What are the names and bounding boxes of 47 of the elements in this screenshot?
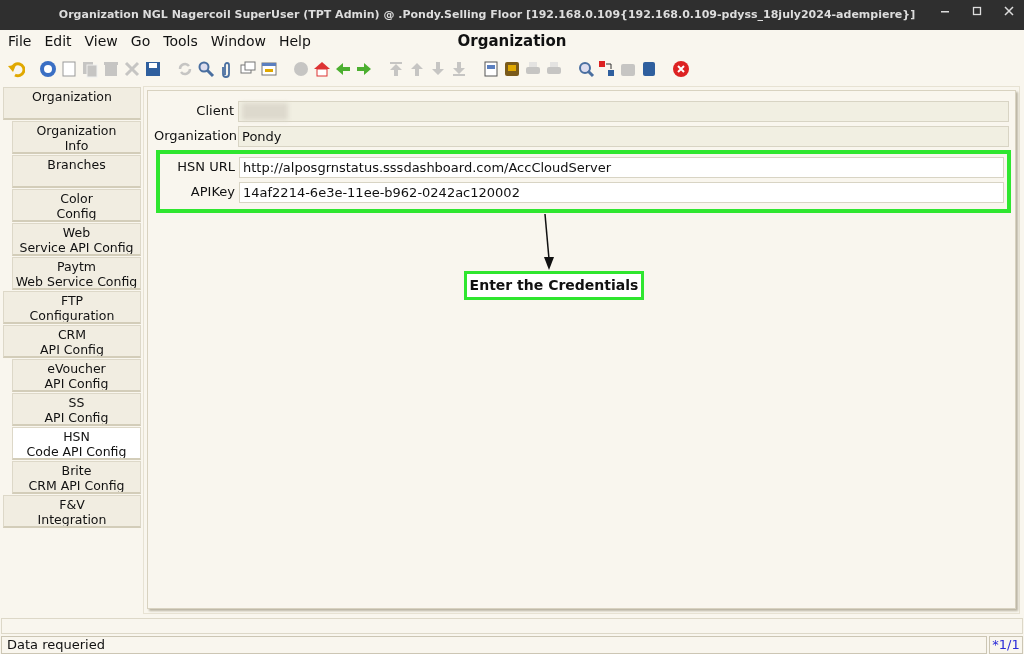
report-icon[interactable] bbox=[482, 60, 500, 78]
field-label: Organization bbox=[154, 127, 238, 146]
input-field: Pondy bbox=[238, 125, 1009, 147]
tab[interactable]: FTP Configuration bbox=[3, 291, 141, 324]
input-field[interactable]: http://alposgrnstatus.sssdashboard.com/AccCloudServer bbox=[239, 156, 1004, 178]
search-icon[interactable] bbox=[197, 60, 215, 78]
tab[interactable]: eVoucher API Config bbox=[12, 359, 141, 392]
record-counter: *1/1 bbox=[989, 636, 1023, 654]
tab[interactable]: Organization bbox=[3, 87, 141, 120]
archive-icon[interactable] bbox=[503, 60, 521, 78]
annotation-label: Enter the Credentials bbox=[463, 271, 645, 300]
form-title: Organization bbox=[457, 31, 567, 50]
status-message: Data requeried bbox=[1, 636, 987, 654]
tab[interactable]: Color Config bbox=[12, 189, 141, 222]
workflow-icon[interactable] bbox=[598, 60, 616, 78]
menu-item[interactable]: Window bbox=[210, 30, 266, 52]
right-arrow-icon[interactable] bbox=[355, 60, 373, 78]
exit-icon[interactable] bbox=[672, 60, 690, 78]
tab[interactable]: Brite CRM API Config bbox=[12, 461, 141, 494]
tab[interactable]: CRM API Config bbox=[3, 325, 141, 358]
help-icon[interactable] bbox=[39, 60, 57, 78]
menu-item[interactable]: File bbox=[8, 30, 32, 52]
tab[interactable]: Branches bbox=[12, 155, 141, 188]
maximize-icon[interactable] bbox=[972, 6, 982, 16]
table-icon[interactable] bbox=[260, 60, 278, 78]
tab[interactable]: Organization Info bbox=[12, 121, 141, 154]
tab[interactable]: F&V Integration bbox=[3, 495, 141, 528]
home-icon[interactable] bbox=[313, 60, 331, 78]
field-label: Client bbox=[195, 102, 235, 121]
window-title: Organization NGL Nagercoil SuperUser (TPT Admin) @ .Pondy.Selling Floor [192.168.0.109{192.168.0.109-pdyss_18july2024-adempiere}] bbox=[58, 6, 916, 23]
menu-item[interactable]: View bbox=[84, 30, 118, 52]
menu-item[interactable]: Go bbox=[130, 30, 151, 52]
menu-item[interactable]: Tools bbox=[163, 30, 198, 52]
field-label: APIKey bbox=[189, 183, 236, 202]
tab[interactable]: SS API Config bbox=[12, 393, 141, 426]
input-field[interactable]: 14af2214-6e3e-11ee-b962-0242ac120002 bbox=[239, 181, 1004, 203]
menu-item[interactable]: Help bbox=[278, 30, 311, 52]
tab[interactable]: Paytm Web Service Config bbox=[12, 257, 141, 290]
menu-item[interactable]: Edit bbox=[44, 30, 72, 52]
left-arrow-icon[interactable] bbox=[334, 60, 352, 78]
field-label: HSN URL bbox=[176, 158, 236, 177]
zoom-icon[interactable] bbox=[577, 60, 595, 78]
tab[interactable]: HSN Code API Config bbox=[12, 427, 141, 460]
pointer-arrow bbox=[542, 213, 556, 271]
tab[interactable]: Web Service API Config bbox=[12, 223, 141, 256]
close-icon[interactable] bbox=[1004, 6, 1014, 16]
undo-arrow-icon[interactable] bbox=[7, 60, 25, 78]
